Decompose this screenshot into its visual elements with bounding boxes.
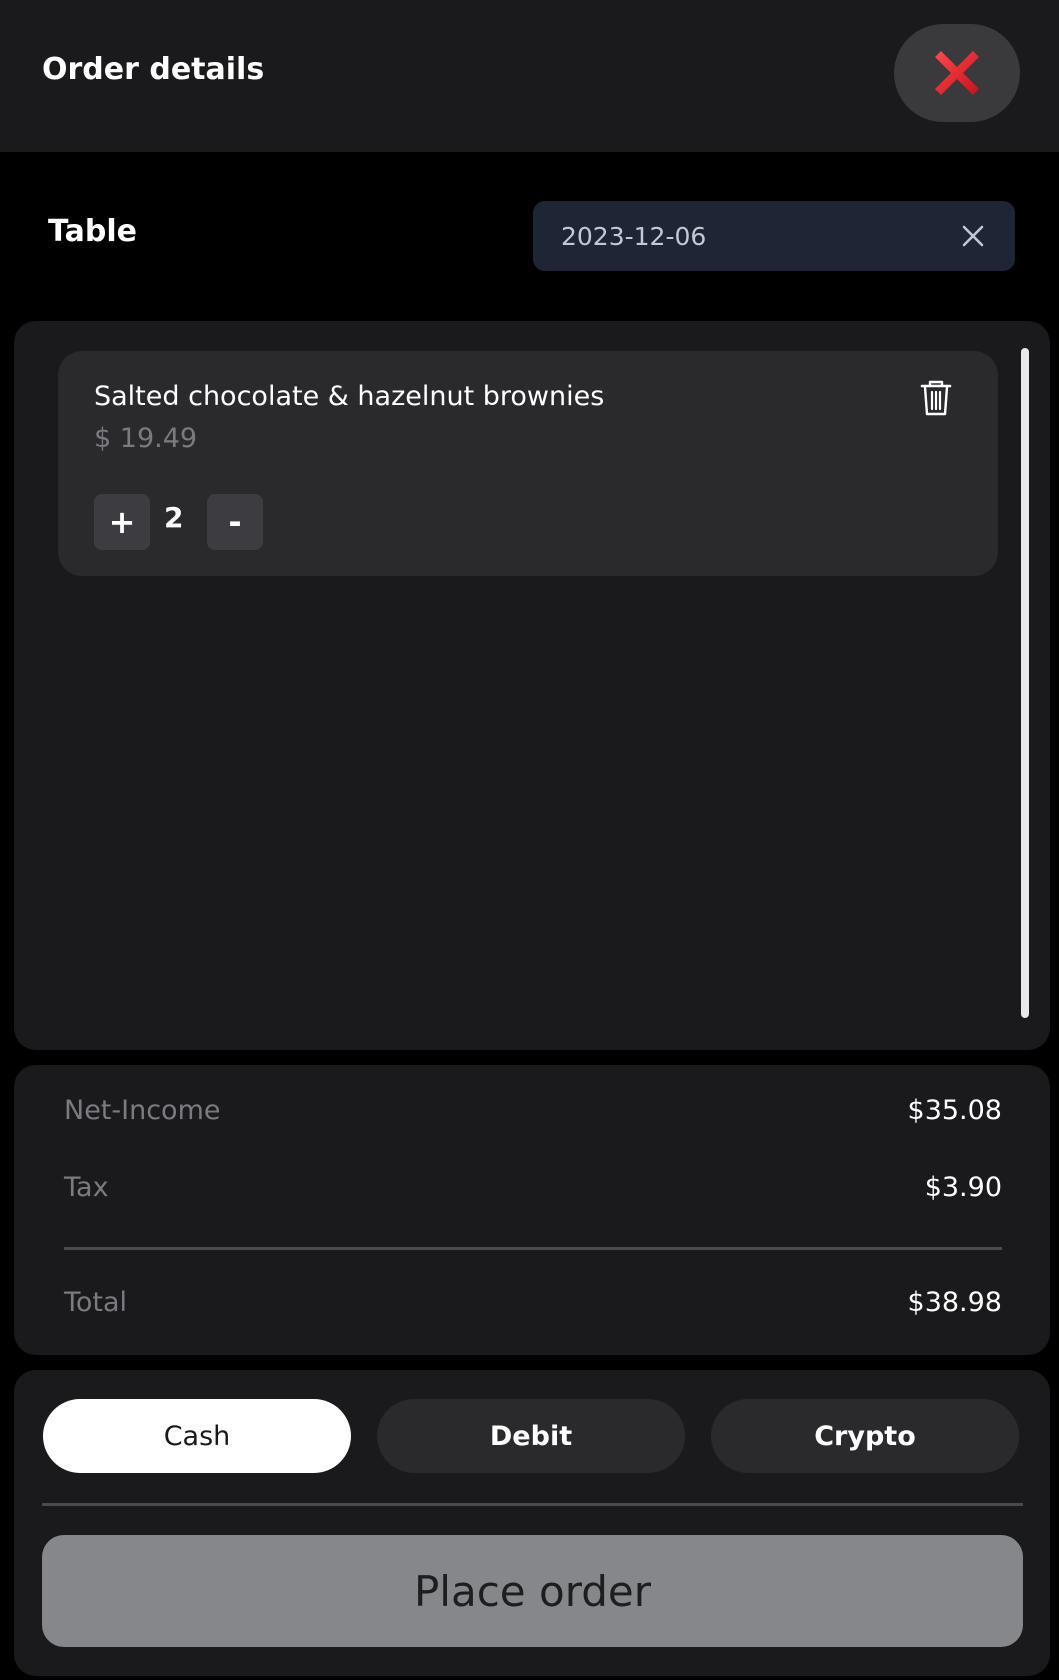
net-income-value: $35.08 bbox=[907, 1095, 1002, 1126]
tax-row: Tax $3.90 bbox=[64, 1172, 1002, 1203]
header: Order details bbox=[0, 0, 1059, 152]
page-title: Order details bbox=[42, 52, 265, 87]
trash-icon[interactable] bbox=[916, 378, 956, 418]
item-price: $ 19.49 bbox=[94, 423, 198, 454]
close-icon[interactable] bbox=[959, 222, 987, 250]
total-row: Total $38.98 bbox=[64, 1287, 1002, 1318]
quantity-decrease-button[interactable]: - bbox=[207, 494, 263, 550]
order-item-card: Salted chocolate & hazelnut brownies $ 1… bbox=[58, 351, 998, 576]
payment-panel: Cash Debit Crypto Place order bbox=[14, 1370, 1050, 1676]
total-value: $38.98 bbox=[907, 1287, 1002, 1318]
payment-crypto-button[interactable]: Crypto bbox=[711, 1399, 1019, 1473]
tax-value: $3.90 bbox=[924, 1172, 1002, 1203]
close-button[interactable] bbox=[894, 24, 1020, 122]
payment-cash-button[interactable]: Cash bbox=[43, 1399, 351, 1473]
total-label: Total bbox=[64, 1287, 128, 1318]
place-order-button[interactable]: Place order bbox=[42, 1535, 1023, 1647]
table-label: Table bbox=[48, 214, 137, 249]
payment-divider bbox=[42, 1503, 1023, 1506]
quantity-increase-button[interactable]: + bbox=[94, 494, 150, 550]
date-value[interactable]: 2023-12-06 bbox=[561, 222, 959, 251]
item-name: Salted chocolate & hazelnut brownies bbox=[94, 381, 605, 412]
quantity-value: 2 bbox=[164, 501, 184, 534]
order-items-panel: Salted chocolate & hazelnut brownies $ 1… bbox=[14, 321, 1050, 1050]
red-x-icon bbox=[935, 51, 979, 95]
order-summary-panel: Net-Income $35.08 Tax $3.90 Total $38.98 bbox=[14, 1065, 1050, 1355]
scrollbar[interactable] bbox=[1021, 348, 1029, 1018]
net-income-row: Net-Income $35.08 bbox=[64, 1095, 1002, 1126]
summary-divider bbox=[64, 1247, 1002, 1250]
payment-debit-button[interactable]: Debit bbox=[377, 1399, 685, 1473]
net-income-label: Net-Income bbox=[64, 1095, 221, 1126]
tax-label: Tax bbox=[64, 1172, 109, 1203]
date-field[interactable]: 2023-12-06 bbox=[533, 201, 1015, 271]
